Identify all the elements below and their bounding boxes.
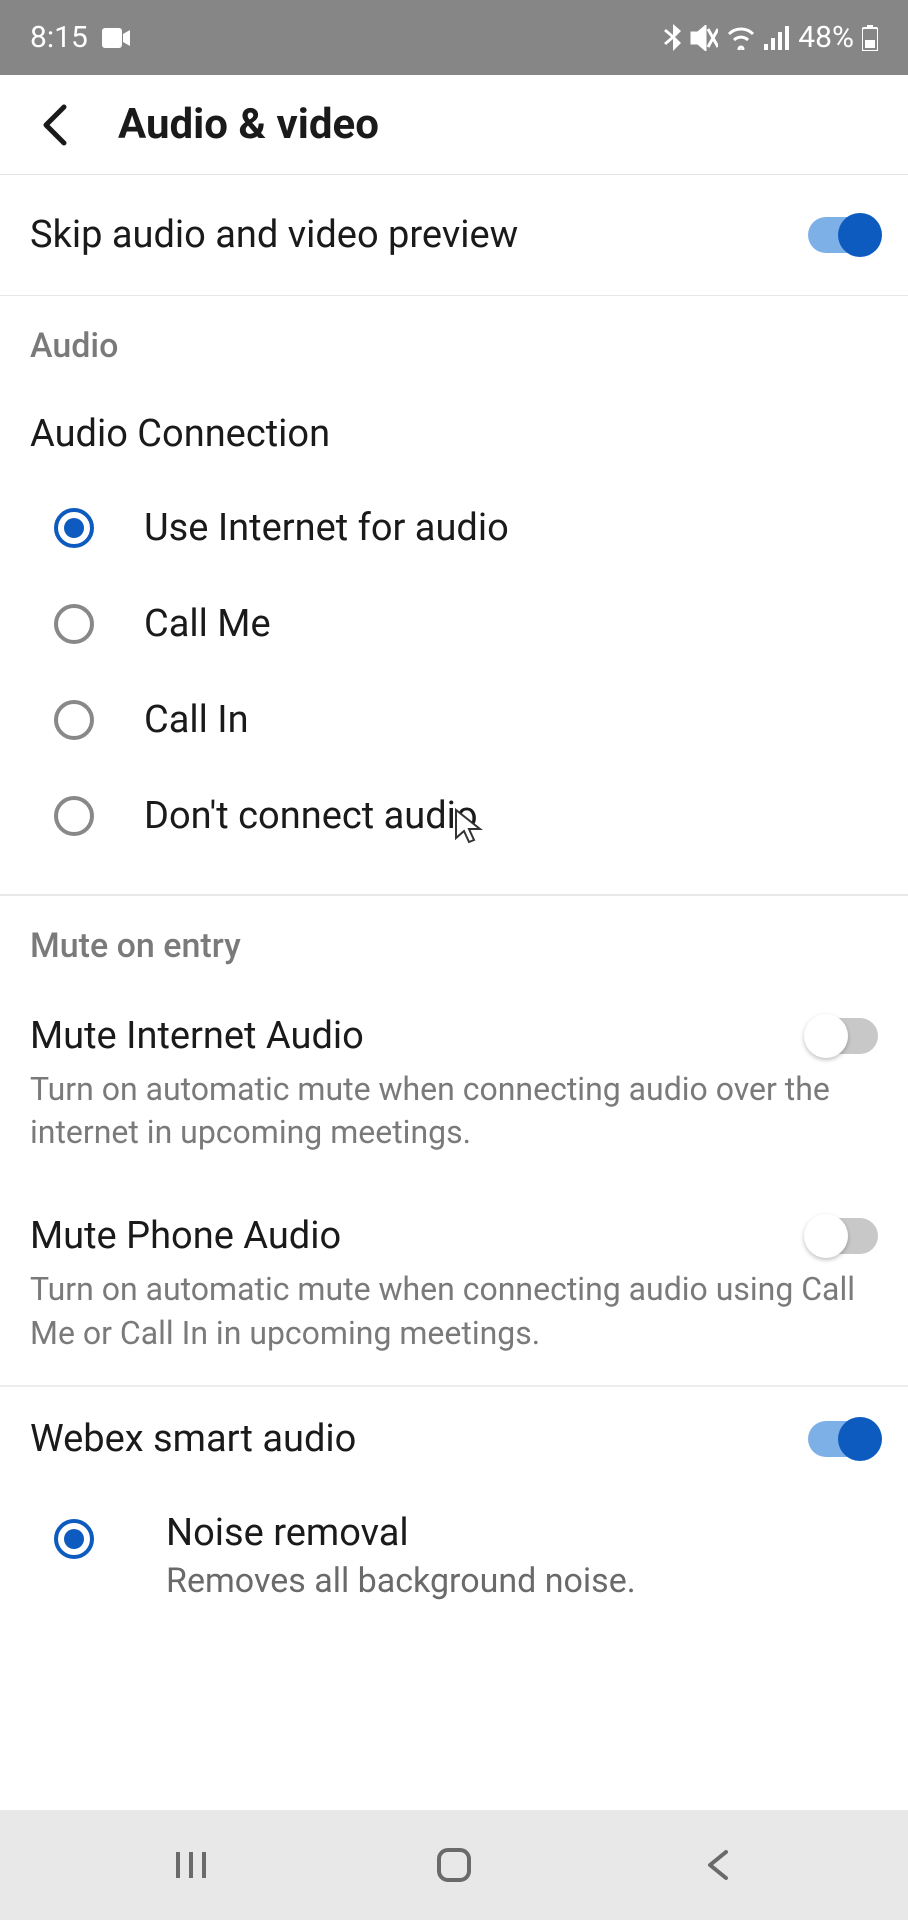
chevron-left-icon <box>40 103 68 147</box>
audio-option-internet[interactable]: Use Internet for audio <box>30 480 878 576</box>
mute-internet-title: Mute Internet Audio <box>30 1014 364 1058</box>
radio-icon <box>54 796 94 836</box>
battery-percent: 48% <box>798 20 854 55</box>
mute-icon <box>690 25 718 51</box>
status-bar: 8:15 48% <box>0 0 908 75</box>
radio-icon <box>54 604 94 644</box>
home-icon <box>435 1846 473 1884</box>
mute-internet-row[interactable]: Mute Internet Audio Turn on automatic mu… <box>0 984 908 1184</box>
noise-removal-row[interactable]: Noise removal Removes all background noi… <box>0 1491 908 1631</box>
audio-section-header: Audio <box>0 296 908 384</box>
noise-removal-title: Noise removal <box>166 1511 636 1555</box>
status-left: 8:15 <box>30 20 130 55</box>
radio-label: Use Internet for audio <box>144 506 509 550</box>
mute-phone-row[interactable]: Mute Phone Audio Turn on automatic mute … <box>0 1184 908 1384</box>
audio-connection-title: Audio Connection <box>0 384 908 480</box>
mute-entry-header: Mute on entry <box>0 896 908 984</box>
nav-back-button[interactable] <box>687 1835 747 1895</box>
radio-icon <box>54 1519 94 1559</box>
smart-audio-label: Webex smart audio <box>30 1417 356 1461</box>
system-nav-bar <box>0 1810 908 1920</box>
mute-phone-title: Mute Phone Audio <box>30 1214 341 1258</box>
audio-option-dont-connect[interactable]: Don't connect audio <box>30 768 878 864</box>
video-recording-icon <box>102 28 130 48</box>
radio-label: Don't connect audio <box>144 794 478 838</box>
battery-icon <box>862 25 878 51</box>
back-button[interactable] <box>30 101 78 149</box>
nav-home-button[interactable] <box>424 1835 484 1895</box>
signal-icon <box>764 26 790 50</box>
wifi-icon <box>726 26 756 50</box>
mute-internet-toggle[interactable] <box>808 1018 878 1054</box>
skip-preview-label: Skip audio and video preview <box>30 213 518 257</box>
skip-preview-toggle[interactable] <box>808 217 878 253</box>
nav-recents-button[interactable] <box>161 1835 221 1895</box>
radio-icon <box>54 700 94 740</box>
app-header: Audio & video <box>0 75 908 175</box>
noise-removal-desc: Removes all background noise. <box>166 1561 636 1601</box>
bluetooth-icon <box>664 24 682 52</box>
radio-icon <box>54 508 94 548</box>
skip-preview-row[interactable]: Skip audio and video preview <box>0 175 908 296</box>
nav-back-icon <box>704 1846 730 1884</box>
radio-label: Call In <box>144 698 249 742</box>
mute-phone-toggle[interactable] <box>808 1218 878 1254</box>
page-title: Audio & video <box>118 100 379 149</box>
smart-audio-toggle[interactable] <box>808 1421 878 1457</box>
recents-icon <box>174 1848 208 1882</box>
audio-option-call-in[interactable]: Call In <box>30 672 878 768</box>
radio-label: Call Me <box>144 602 271 646</box>
status-time: 8:15 <box>30 20 88 55</box>
mute-internet-desc: Turn on automatic mute when connecting a… <box>30 1068 878 1154</box>
audio-connection-options: Use Internet for audio Call Me Call In D… <box>0 480 908 894</box>
smart-audio-row[interactable]: Webex smart audio <box>0 1387 908 1491</box>
audio-option-call-me[interactable]: Call Me <box>30 576 878 672</box>
mute-phone-desc: Turn on automatic mute when connecting a… <box>30 1268 878 1354</box>
status-right: 48% <box>664 20 878 55</box>
